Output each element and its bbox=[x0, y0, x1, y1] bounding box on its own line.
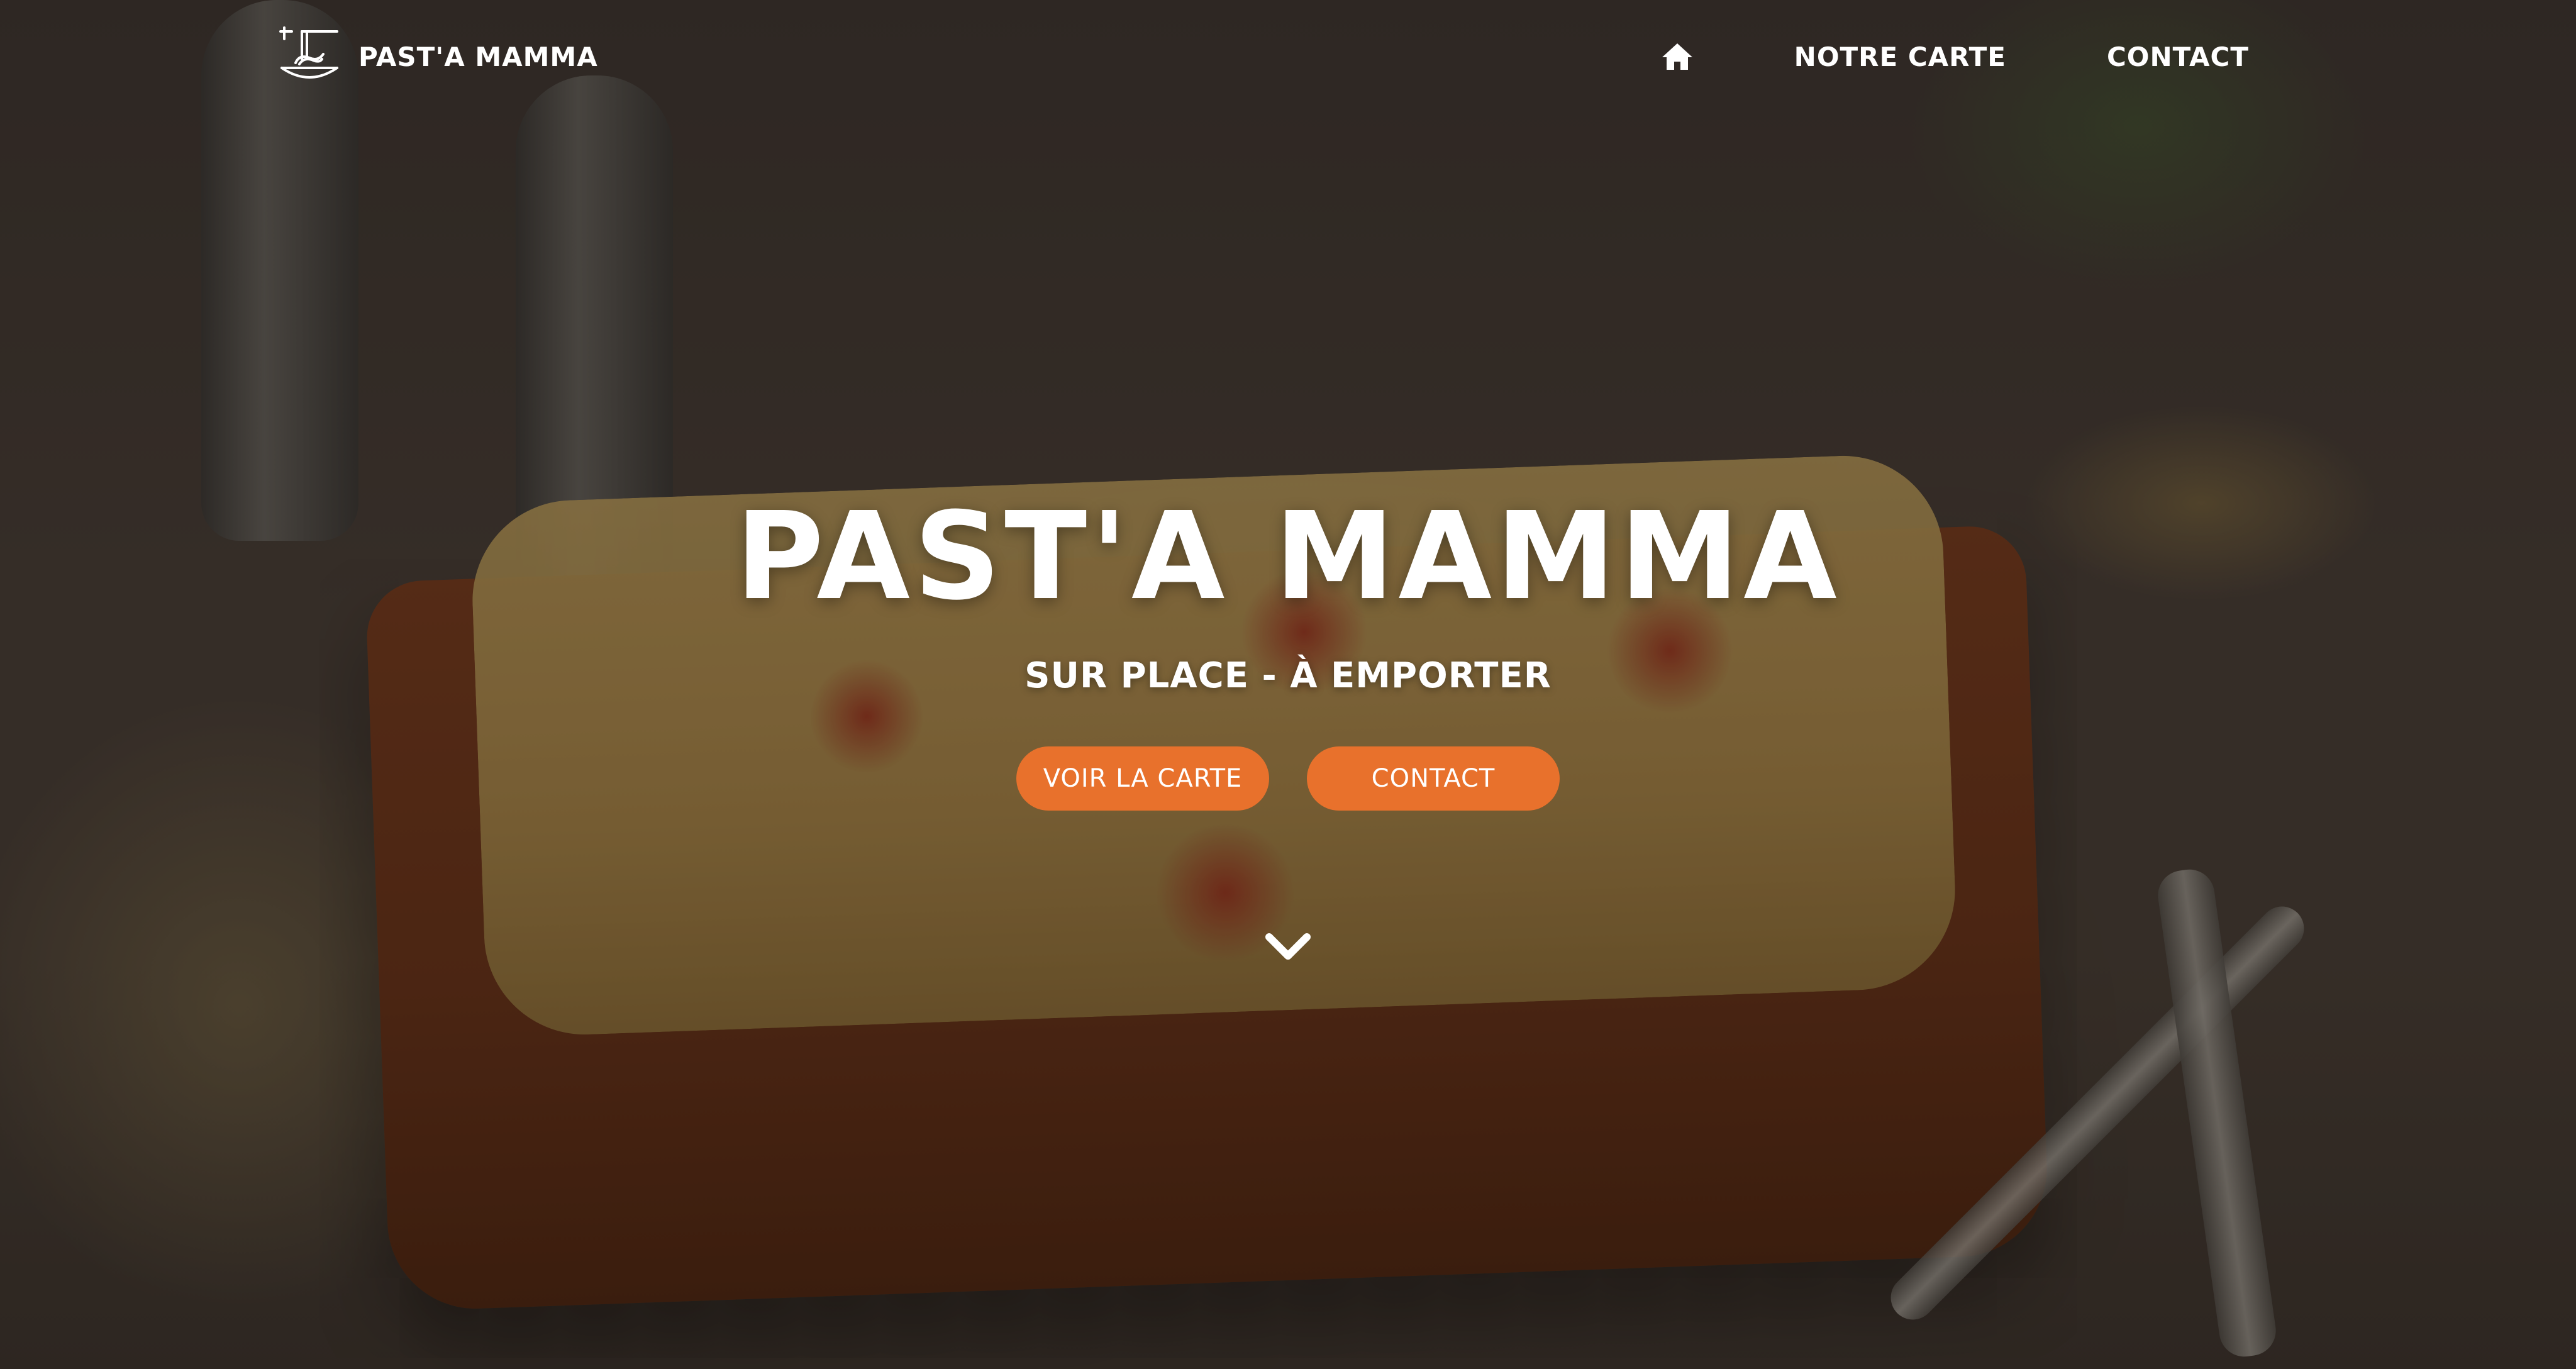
main-menu: NOTRE CARTE CONTACT bbox=[1661, 42, 2249, 72]
brand-link[interactable]: PAST'A MAMMA bbox=[277, 24, 598, 89]
brand-name: PAST'A MAMMA bbox=[358, 41, 598, 72]
top-navbar: PAST'A MAMMA NOTRE CARTE CONTACT bbox=[0, 0, 2576, 113]
chevron-down-icon[interactable] bbox=[1264, 931, 1312, 963]
nav-notre-carte[interactable]: NOTRE CARTE bbox=[1794, 42, 2006, 72]
pasta-bowl-icon bbox=[279, 26, 338, 79]
hero-content: PAST'A MAMMA SUR PLACE - À EMPORTER VOIR… bbox=[0, 497, 2576, 811]
hero-section: PAST'A MAMMA NOTRE CARTE CONTACT PAST'A … bbox=[0, 0, 2576, 1369]
hero-subtitle: SUR PLACE - À EMPORTER bbox=[1024, 655, 1552, 696]
contact-button[interactable]: CONTACT bbox=[1307, 746, 1560, 811]
nav-contact[interactable]: CONTACT bbox=[2107, 42, 2249, 72]
nav-home[interactable] bbox=[1661, 42, 1694, 71]
home-icon bbox=[1662, 43, 1692, 70]
hero-title: PAST'A MAMMA bbox=[735, 487, 1841, 627]
hero-buttons: VOIR LA CARTE CONTACT bbox=[1016, 746, 1560, 811]
view-menu-button[interactable]: VOIR LA CARTE bbox=[1016, 746, 1269, 811]
